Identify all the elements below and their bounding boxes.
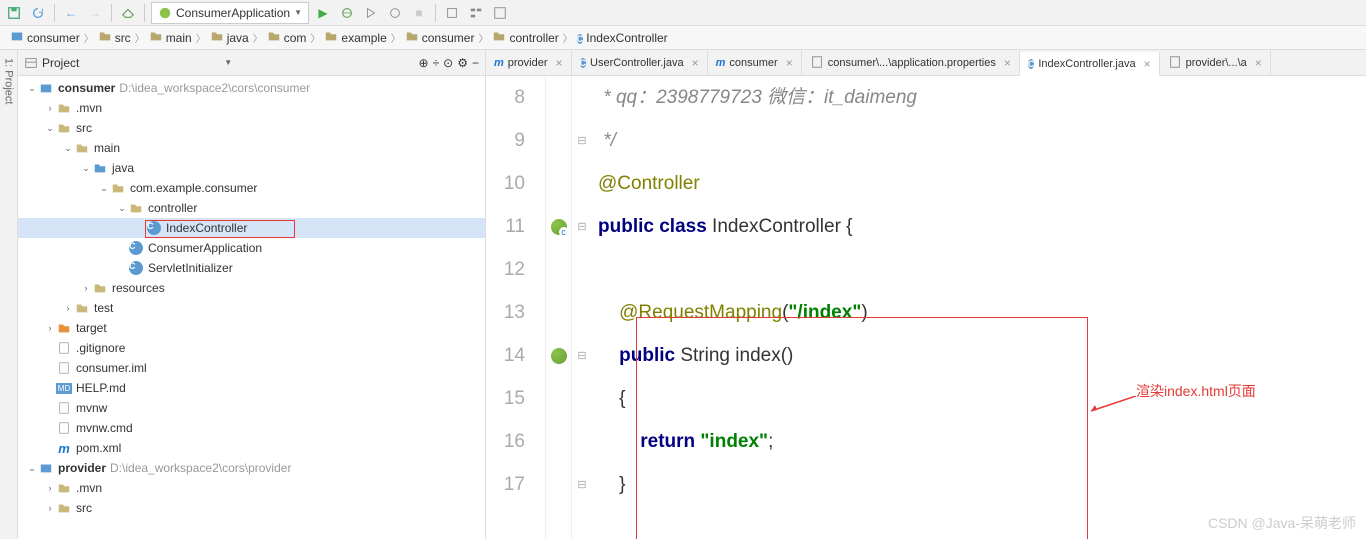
close-icon[interactable]: × [556,56,563,70]
coverage-icon[interactable] [361,3,381,23]
tree-row[interactable]: CServletInitializer [18,258,485,278]
breadcrumb-item[interactable]: controller [486,28,564,48]
editor-tab[interactable]: consumer\...\application.properties× [802,51,1020,75]
tree-row[interactable]: ›test [18,298,485,318]
build-icon[interactable] [118,3,138,23]
run-icon[interactable]: ▶ [313,3,333,23]
project-panel-header: Project ▼ ⊕ ÷ ⊙ ⚙ − [18,50,485,76]
select-opened-icon[interactable]: ⊙ [443,56,453,70]
breadcrumb-item[interactable]: CIndexController [571,28,674,48]
editor-tab[interactable]: CUserController.java× [572,51,708,75]
run-config-dropdown[interactable]: ConsumerApplication ▼ [151,2,309,24]
save-icon[interactable] [4,3,24,23]
editor-area: mprovider×CUserController.java×mconsumer… [486,50,1366,539]
tree-row[interactable]: ›.mvn [18,98,485,118]
watermark: CSDN @Java-呆萌老师 [1208,513,1356,533]
fold-column: ⊟ ⊟ ⊟⊟ [572,76,592,539]
more-icon[interactable] [490,3,510,23]
gear-icon[interactable]: ⚙ [457,56,468,70]
close-icon[interactable]: × [1144,57,1151,71]
breadcrumb-item[interactable]: main [143,28,198,48]
code-content[interactable]: * qq：2398779723 微信：it_daimeng */ @Contro… [592,76,1366,539]
code-editor[interactable]: 891011121314151617 ⊟ ⊟ ⊟⊟ * qq：239877972… [486,76,1366,539]
breadcrumb-item[interactable]: example [318,28,392,48]
tree-row[interactable]: ⌄src [18,118,485,138]
tree-row[interactable]: mpom.xml [18,438,485,458]
arrow-icon [1086,396,1136,416]
editor-tab[interactable]: mprovider× [486,51,572,75]
forward-icon[interactable]: → [85,3,105,23]
breadcrumb-item[interactable]: src [92,28,137,48]
project-panel: Project ▼ ⊕ ÷ ⊙ ⚙ − ⌄consumerD:\idea_wor… [18,50,486,539]
close-icon[interactable]: × [786,56,793,70]
dropdown-icon[interactable]: ▼ [224,58,232,67]
tree-row[interactable]: ⌄com.example.consumer [18,178,485,198]
editor-tab[interactable]: provider\...\a× [1160,51,1271,75]
editor-tabs: mprovider×CUserController.java×mconsumer… [486,50,1366,76]
back-icon[interactable]: ← [61,3,81,23]
tree-row[interactable]: mvnw.cmd [18,418,485,438]
close-icon[interactable]: × [1255,56,1262,70]
breadcrumb-item[interactable]: java [204,28,255,48]
breadcrumb-item[interactable]: consumer [399,28,481,48]
tree-row[interactable]: ⌄consumerD:\idea_workspace2\cors\consume… [18,78,485,98]
tree-row[interactable]: MDHELP.md [18,378,485,398]
breadcrumb-item[interactable]: consumer [4,28,86,48]
tree-row[interactable]: mvnw [18,398,485,418]
tree-row[interactable]: ›.mvn [18,478,485,498]
hide-icon[interactable]: − [472,56,479,70]
tree-row[interactable]: ›target [18,318,485,338]
profile-icon[interactable] [385,3,405,23]
line-gutter: 891011121314151617 [486,76,546,539]
tree-row[interactable]: CIndexController [18,218,485,238]
editor-tab[interactable]: mconsumer× [708,51,802,75]
gutter-icons [546,76,572,539]
method-gutter-icon[interactable] [551,348,567,364]
tree-row[interactable]: ›resources [18,278,485,298]
close-icon[interactable]: × [1004,56,1011,70]
class-gutter-icon[interactable] [551,219,567,235]
tree-row[interactable]: ›src [18,498,485,518]
tree-row[interactable]: .gitignore [18,338,485,358]
tree-row[interactable]: CConsumerApplication [18,238,485,258]
expand-icon[interactable]: ÷ [433,56,440,70]
refresh-icon[interactable] [28,3,48,23]
close-icon[interactable]: × [692,56,699,70]
collapse-icon[interactable]: ⊕ [419,56,429,70]
tree-row[interactable]: ⌄controller [18,198,485,218]
project-tool-tab[interactable]: 1: Project [0,50,18,539]
vcs-icon[interactable] [442,3,462,23]
editor-tab[interactable]: CIndexController.java× [1020,52,1160,76]
tree-row[interactable]: consumer.iml [18,358,485,378]
debug-icon[interactable] [337,3,357,23]
project-tree[interactable]: ⌄consumerD:\idea_workspace2\cors\consume… [18,76,485,539]
panel-title: Project [42,56,220,70]
tree-row[interactable]: ⌄main [18,138,485,158]
tree-row[interactable]: ⌄providerD:\idea_workspace2\cors\provide… [18,458,485,478]
breadcrumb-bar: consumer〉src〉main〉java〉com〉example〉consu… [0,26,1366,50]
stop-icon[interactable]: ■ [409,3,429,23]
structure-icon[interactable] [466,3,486,23]
run-config-label: ConsumerApplication [176,6,290,20]
project-view-icon [24,56,38,70]
annotation-label: 渲染index.html页面 [1136,381,1256,401]
breadcrumb-item[interactable]: com [261,28,313,48]
main-toolbar: ← → ConsumerApplication ▼ ▶ ■ [0,0,1366,26]
tree-row[interactable]: ⌄java [18,158,485,178]
